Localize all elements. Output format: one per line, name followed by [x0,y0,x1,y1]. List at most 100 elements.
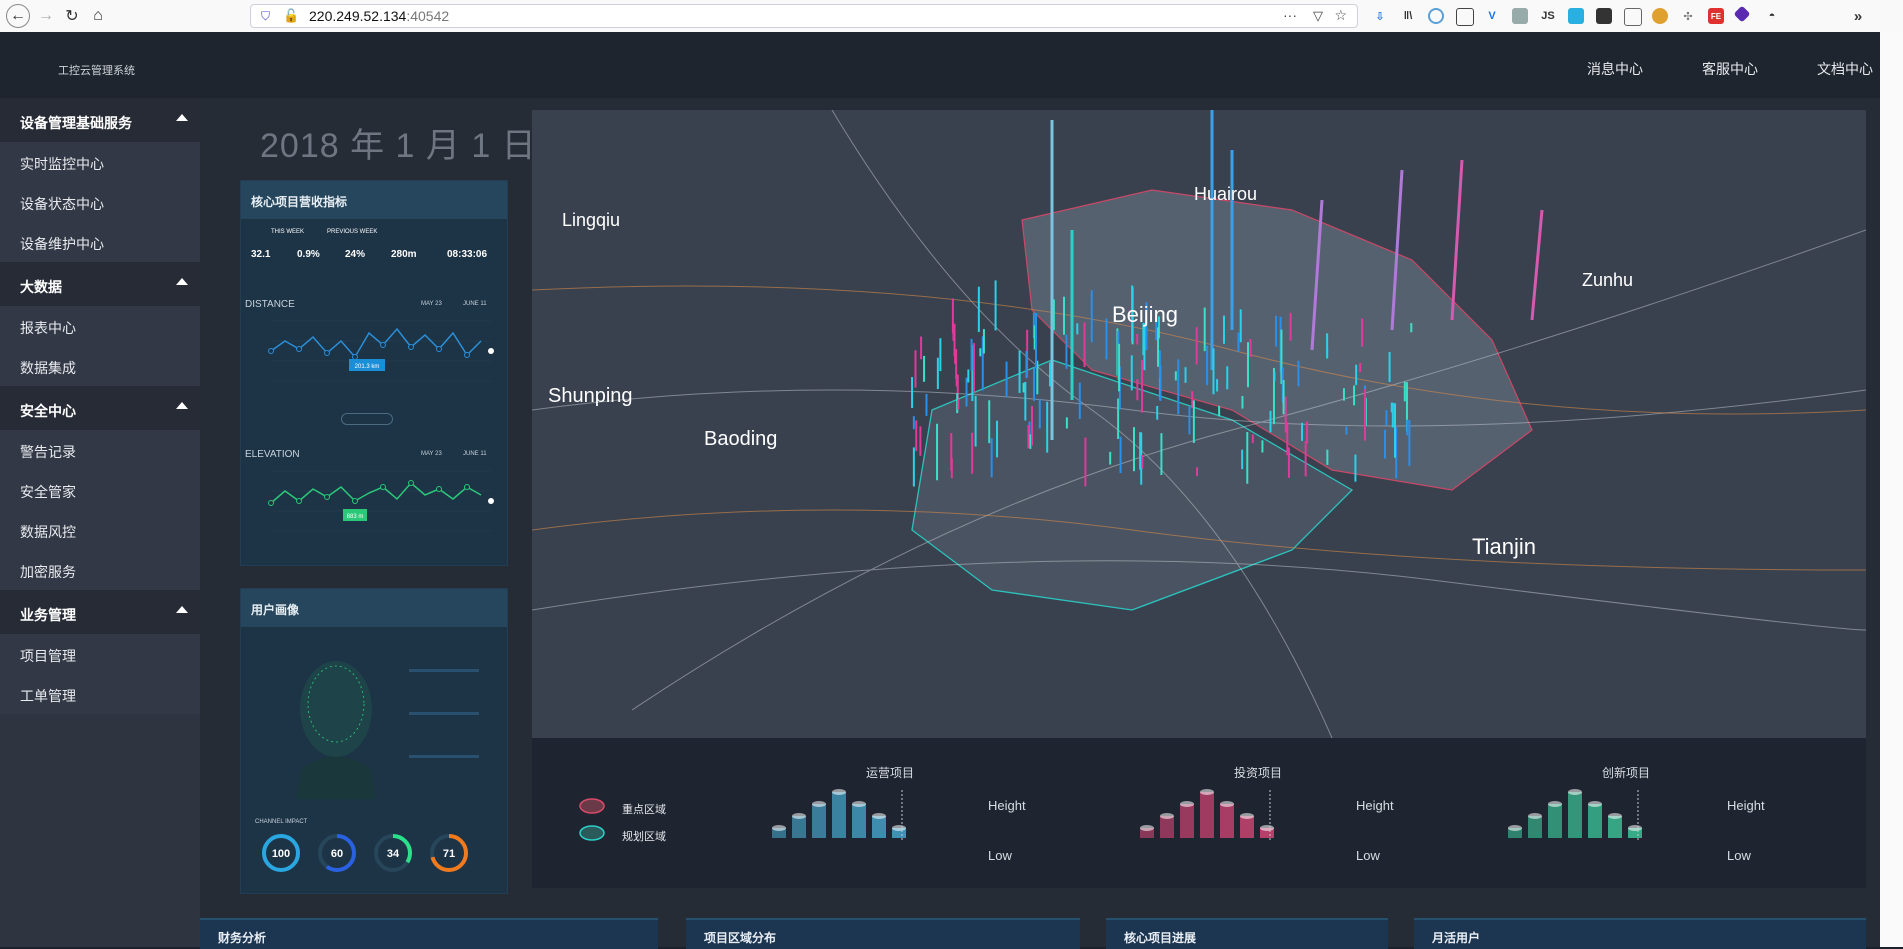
distance-from[interactable]: MAY 23 [421,301,442,307]
sidebar-item-project-management[interactable]: 项目管理 [0,634,200,674]
insecure-lock-icon[interactable]: 🔓 [283,8,299,24]
sidebar-item-security-steward[interactable]: 安全管家 [0,470,200,510]
city-label[interactable]: Shunping [548,385,633,408]
sidebar-item-data-integration[interactable]: 数据集成 [0,346,200,386]
legend-cylinder [812,804,826,838]
extension-translate-icon[interactable] [1568,8,1584,24]
extension-circle-icon[interactable] [1428,8,1444,24]
sidebar-group-business[interactable]: 业务管理 [0,590,200,634]
legend-cylinder [792,816,806,838]
legend-cylinder [1220,804,1234,838]
extension-dark-icon[interactable] [1596,8,1612,24]
extension-red-icon[interactable]: FE [1708,8,1724,24]
legend-high-label: Height [988,798,1026,813]
legend-cylinder [1608,816,1622,838]
sidebar-item-realtime-monitor[interactable]: 实时监控中心 [0,142,200,182]
home-icon[interactable]: ⌂ [86,4,110,28]
project-region-card[interactable]: 项目区域分布 [686,918,1080,949]
legend-cylinder-top [892,825,906,831]
3d-map[interactable]: Lingqiu Huairou Beijing Zunhu Shunping B… [532,110,1866,738]
legend-cylinder-top [1180,801,1194,807]
extension-box-icon[interactable] [1456,8,1474,26]
legend-cylinder [1528,816,1542,838]
elevation-tooltip: 883 m [347,514,364,520]
elevation-line-chart: 883 m [268,470,494,532]
nav-docs-center[interactable]: 文档中心 [1817,59,1873,79]
city-label[interactable]: Zunhu [1582,270,1633,291]
ring-value: 60 [331,848,343,860]
city-label[interactable]: Baoding [704,428,777,451]
channel-rings: 100 60 34 71 [262,834,468,872]
monthly-active-users-card[interactable]: 月活用户 [1414,918,1866,949]
more-icon[interactable]: ··· [1283,7,1297,23]
card-title: 用户画像 [241,589,507,627]
sidebar-item-encryption-service[interactable]: 加密服务 [0,550,200,590]
extension-orange-icon[interactable] [1652,8,1668,24]
sidebar-item-device-status[interactable]: 设备状态中心 [0,182,200,222]
legend-low-label: Low [1356,848,1380,863]
legend-cylinder-top [812,801,826,807]
channel-impact-label: CHANNEL IMPACT [255,819,308,825]
chart-pager[interactable] [341,413,393,425]
revenue-card: 核心项目营收指标 THIS WEEK PREVIOUS WEEK 32.1 0.… [240,180,508,566]
legend-cylinder-top [1220,801,1234,807]
overflow-menu-icon[interactable]: » [1850,8,1866,25]
ring-value: 71 [443,848,455,860]
sidebar: 设备管理基础服务 实时监控中心 设备状态中心 设备维护中心 大数据 报表中心 数… [0,98,200,947]
collapse-arrow-icon[interactable] [176,278,188,285]
back-icon[interactable]: ← [6,4,30,28]
range-this-week[interactable]: THIS WEEK [271,229,304,235]
download-icon[interactable]: ⇩ [1372,8,1388,24]
elevation-to[interactable]: JUNE 11 [463,451,487,457]
legend-cylinder-top [1628,825,1642,831]
city-label[interactable]: Huairou [1194,184,1257,205]
finance-analysis-card[interactable]: 财务分析 [200,918,658,949]
legend-high-label: Height [1356,798,1394,813]
reload-icon[interactable]: ↻ [60,4,84,28]
legend-cylinder-top [1140,825,1154,831]
range-previous-week[interactable]: PREVIOUS WEEK [327,229,377,235]
extension-puzzle-icon[interactable]: ✣ [1680,8,1696,24]
legend-cylinder-top [1200,789,1214,795]
city-label[interactable]: Tianjin [1472,534,1536,560]
forward-icon[interactable]: → [34,4,58,28]
city-label[interactable]: Lingqiu [562,210,620,231]
legend-cylinder [1588,804,1602,838]
extension-js-icon[interactable]: JS [1540,8,1556,24]
bookmark-star-icon[interactable]: ☆ [1334,7,1347,24]
extension-diamond-icon[interactable] [1733,5,1751,23]
sidebar-group-security[interactable]: 安全中心 [0,386,200,430]
nav-service-center[interactable]: 客服中心 [1702,59,1758,79]
pocket-icon[interactable]: ▽ [1313,8,1323,24]
collapse-arrow-icon[interactable] [176,402,188,409]
shield-icon[interactable]: ⛉ [261,9,270,24]
sidebar-item-report-center[interactable]: 报表中心 [0,306,200,346]
legend-cylinder-top [1548,801,1562,807]
core-project-progress-card[interactable]: 核心项目进展 [1106,918,1388,949]
legend-cylinder-top [852,801,866,807]
collapse-arrow-icon[interactable] [176,114,188,121]
sidebar-item-device-maintenance[interactable]: 设备维护中心 [0,222,200,262]
elevation-from[interactable]: MAY 23 [421,451,442,457]
extension-v-icon[interactable]: V [1484,8,1500,24]
map-legend: 重点区域 规划区域 运营项目 投资项目 创新项目 Height Low Heig… [532,738,1866,888]
sidebar-item-ticket-management[interactable]: 工单管理 [0,674,200,714]
collapse-arrow-icon[interactable] [176,606,188,613]
url-text[interactable]: 220.249.52.134:40542 [309,8,449,24]
city-label[interactable]: Beijing [1112,302,1178,328]
app-title: 工控云管理系统 [58,65,135,77]
sidebar-group-device[interactable]: 设备管理基础服务 [0,98,200,142]
extension-hat-icon[interactable]: ◓ [1764,8,1780,24]
scrollbar[interactable] [1880,32,1903,947]
library-icon[interactable]: ‖\ [1400,8,1416,24]
nav-message-center[interactable]: 消息中心 [1587,59,1643,79]
distance-to[interactable]: JUNE 11 [463,301,487,307]
sidebar-group-bigdata[interactable]: 大数据 [0,262,200,306]
address-bar[interactable]: ⛉ 🔓 220.249.52.134:40542 ··· ▽ ☆ [250,4,1358,28]
sidebar-item-alert-records[interactable]: 警告记录 [0,430,200,470]
dashboard-date: 2018 年 1 月 1 日 [260,127,537,165]
extension-picture-icon[interactable] [1624,8,1642,26]
sidebar-item-data-risk-control[interactable]: 数据风控 [0,510,200,550]
extension-image-icon[interactable] [1512,8,1528,24]
distance-tooltip: 201.3 km [355,364,380,370]
